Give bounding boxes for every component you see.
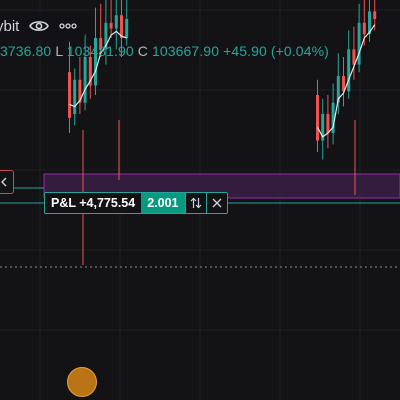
candle-body [68, 72, 71, 118]
reverse-position-button[interactable] [184, 193, 206, 213]
close-position-button[interactable] [205, 193, 227, 213]
candles-group [68, 0, 377, 265]
more-dots-icon[interactable] [59, 14, 77, 38]
position-widget[interactable]: P&L +4,775.54 2.001 [44, 192, 228, 214]
pnl-label: P&L +4,775.54 [45, 193, 142, 213]
chevron-left-icon [1, 177, 7, 187]
candle-body [316, 95, 319, 141]
low-value: 103481.90 [66, 43, 134, 59]
candle-body [357, 22, 361, 65]
candle-body [347, 49, 351, 92]
candle-body [109, 22, 113, 29]
candle-body [125, 19, 129, 38]
ohlc-readout: 3736.80 L 103481.90 C 103667.90 +45.90 (… [0, 43, 329, 59]
high-value: 3736.80 [0, 43, 52, 59]
candle-body [373, 11, 377, 19]
position-quantity[interactable]: 2.001 [141, 193, 185, 213]
close-label: C [137, 43, 148, 59]
change-value: +45.90 (+0.04%) [223, 43, 329, 59]
eye-icon[interactable] [29, 14, 50, 38]
chart-header: ybit [0, 12, 86, 40]
low-label: L [55, 43, 63, 59]
close-value: 103667.90 [152, 43, 220, 59]
candle-body [114, 15, 118, 29]
close-icon [212, 198, 221, 208]
candle-body [73, 79, 77, 114]
moving-average-line [316, 24, 376, 138]
candle-body [362, 22, 366, 35]
scroll-left-button[interactable] [0, 170, 14, 194]
symbol-name[interactable]: ybit [0, 18, 19, 35]
reverse-arrows-icon [190, 197, 201, 209]
candle-body [326, 114, 330, 133]
alert-dot[interactable] [67, 367, 97, 397]
candle-body [83, 57, 87, 103]
